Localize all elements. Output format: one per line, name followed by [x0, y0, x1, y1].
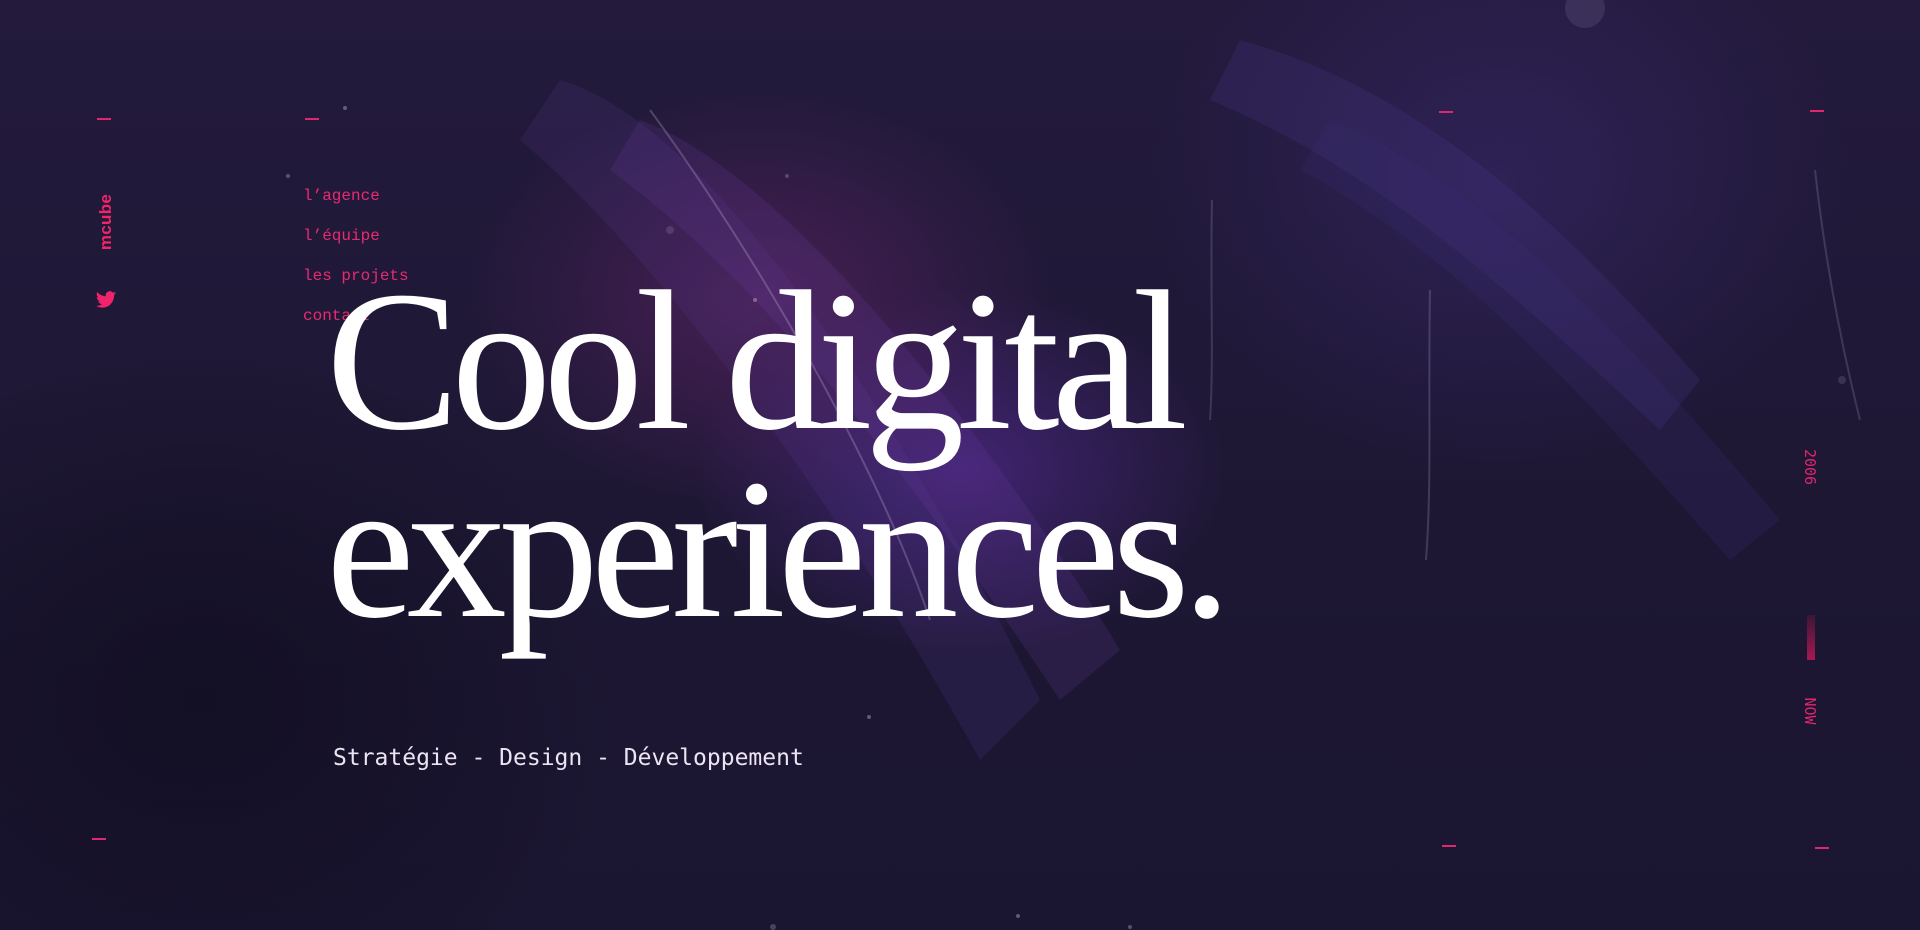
twitter-icon [95, 291, 117, 308]
hero-subtitle: Stratégie - Design - Développement [333, 745, 804, 771]
hero-headline-line-1: Cool digital [326, 251, 1188, 472]
nav-item-agence[interactable]: l’agence [303, 182, 409, 222]
frame-tick [1442, 845, 1456, 847]
timeline-start-label: 2006 [1801, 448, 1819, 486]
hero-headline: Cool digital experiences. [326, 251, 1232, 660]
frame-tick [97, 118, 111, 120]
frame-tick [1439, 111, 1453, 113]
frame-tick [305, 118, 319, 120]
timeline-progress-bar [1807, 615, 1815, 660]
frame-tick [1810, 110, 1824, 112]
hero-headline-line-2: experiences. [326, 439, 1232, 660]
brand-logo[interactable]: mcube [96, 192, 116, 252]
brand-logo-text: mcube [96, 193, 115, 251]
frame-tick [1815, 847, 1829, 849]
frame-tick [92, 838, 106, 840]
twitter-link[interactable] [95, 289, 117, 311]
timeline-end-label: NOW [1801, 697, 1819, 725]
